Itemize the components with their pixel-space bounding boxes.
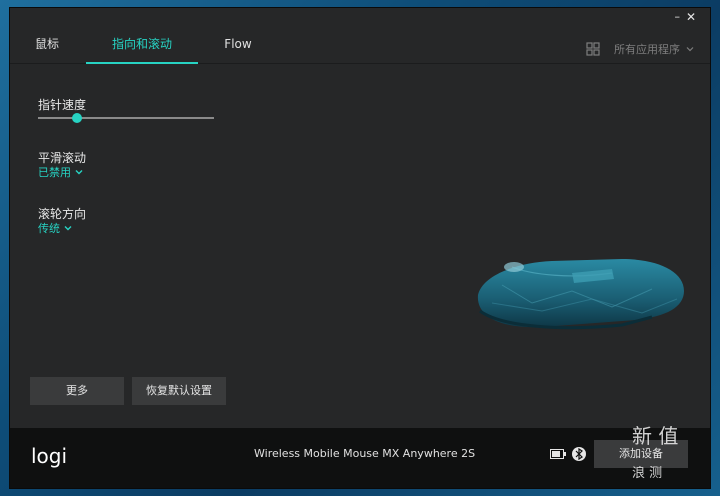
apps-dropdown[interactable]: 所有应用程序 xyxy=(586,41,694,57)
logi-logo: logi xyxy=(31,444,67,468)
minimize-button[interactable]: – xyxy=(675,10,681,23)
options-window: – ✕ 鼠标 指向和滚动 Flow 所有应用程序 指针速度 平滑滚动 已禁用 滚… xyxy=(10,8,710,488)
chevron-down-icon xyxy=(75,170,83,175)
smooth-scroll-value: 已禁用 xyxy=(38,166,71,179)
scroll-direction-dropdown[interactable]: 传统 xyxy=(38,220,72,236)
tab-bar: – ✕ 鼠标 指向和滚动 Flow 所有应用程序 xyxy=(10,8,710,64)
device-name: Wireless Mobile Mouse MX Anywhere 2S xyxy=(254,447,476,460)
tab-mouse[interactable]: 鼠标 xyxy=(24,32,70,64)
apps-dropdown-label: 所有应用程序 xyxy=(614,43,680,56)
more-button[interactable]: 更多 xyxy=(30,377,124,405)
settings-panel: 指针速度 平滑滚动 已禁用 滚轮方向 传统 更多 恢复默认设置 xyxy=(10,65,710,428)
tab-flow[interactable]: Flow xyxy=(210,32,266,64)
grid-icon xyxy=(586,42,600,56)
tab-point-and-scroll[interactable]: 指向和滚动 xyxy=(86,32,198,64)
scroll-direction-value: 传统 xyxy=(38,222,60,235)
slider-fill xyxy=(38,117,77,119)
chevron-down-icon xyxy=(64,226,72,231)
bluetooth-icon xyxy=(572,447,586,461)
pointer-speed-slider[interactable] xyxy=(38,113,214,123)
watermark-sub: 浪 测 xyxy=(632,466,663,481)
pointer-speed-label: 指针速度 xyxy=(38,98,87,112)
smooth-scroll-dropdown[interactable]: 已禁用 xyxy=(38,164,83,180)
svg-text:logi: logi xyxy=(31,444,67,468)
chevron-down-icon xyxy=(686,47,694,52)
mouse-image xyxy=(477,259,684,330)
restore-defaults-button[interactable]: 恢复默认设置 xyxy=(132,377,226,405)
slider-thumb[interactable] xyxy=(71,113,82,123)
footer-bar: logi Wireless Mobile Mouse MX Anywhere 2… xyxy=(10,428,710,488)
close-button[interactable]: ✕ xyxy=(686,10,696,24)
watermark-main: 新 值 xyxy=(632,424,679,448)
battery-icon xyxy=(550,449,566,459)
